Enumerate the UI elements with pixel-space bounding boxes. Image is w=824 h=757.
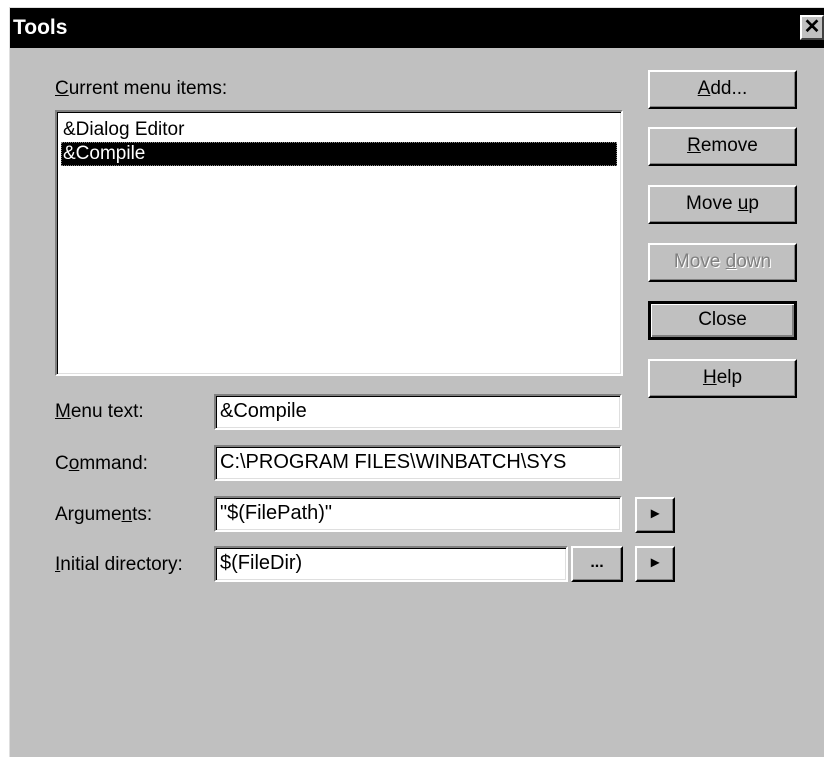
ellipsis-icon: ... bbox=[590, 554, 604, 571]
menu-items-listbox[interactable]: &Dialog Editor &Compile bbox=[55, 110, 623, 376]
help-button[interactable]: Help bbox=[648, 359, 797, 398]
command-label: Command: bbox=[55, 453, 148, 474]
close-icon: ✕ bbox=[803, 16, 821, 38]
arguments-menu-button[interactable]: ▸ bbox=[635, 497, 675, 533]
command-field[interactable]: C:\PROGRAM FILES\WINBATCH\SYS bbox=[214, 445, 622, 481]
move-down-button[interactable]: Move down bbox=[648, 243, 797, 282]
close-window-button[interactable]: ✕ bbox=[800, 15, 824, 40]
remove-button[interactable]: Remove bbox=[648, 127, 797, 166]
list-item-dialog-editor[interactable]: &Dialog Editor bbox=[61, 118, 617, 142]
add-button[interactable]: Add... bbox=[648, 70, 797, 109]
close-button[interactable]: Close bbox=[648, 301, 797, 340]
list-item-compile[interactable]: &Compile bbox=[61, 142, 617, 166]
initial-directory-field[interactable]: $(FileDir) bbox=[214, 546, 568, 582]
initial-directory-label: Initial directory: bbox=[55, 554, 183, 575]
tools-dialog: Tools ✕ Current menu items: &Dialog Edit… bbox=[9, 7, 824, 757]
menu-text-field[interactable]: &Compile bbox=[214, 394, 622, 430]
current-menu-items-label: Current menu items: bbox=[55, 78, 228, 99]
browse-directory-button[interactable]: ... bbox=[571, 546, 623, 582]
menu-text-label: Menu text: bbox=[55, 401, 144, 422]
directory-menu-button[interactable]: ▸ bbox=[635, 546, 675, 582]
title-bar: Tools ✕ bbox=[10, 8, 824, 48]
move-up-button[interactable]: Move up bbox=[648, 185, 797, 224]
arrow-right-icon: ▸ bbox=[650, 505, 660, 522]
arrow-right-icon: ▸ bbox=[650, 554, 660, 571]
arguments-field[interactable]: "$(FilePath)" bbox=[214, 496, 622, 532]
dialog-title: Tools bbox=[13, 16, 68, 39]
arguments-label: Arguments: bbox=[55, 504, 153, 525]
